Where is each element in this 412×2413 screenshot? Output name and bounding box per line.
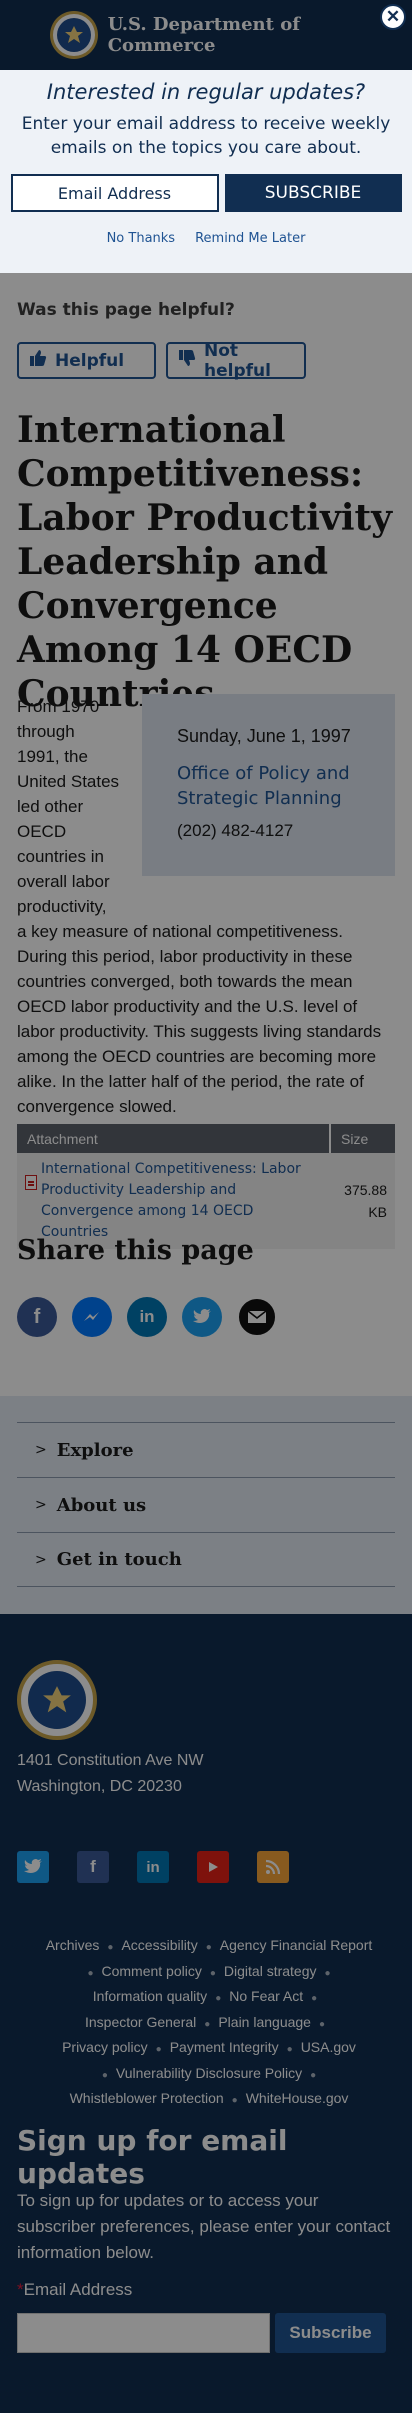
remind-later-link[interactable]: Remind Me Later [195,231,305,246]
close-icon[interactable]: ✕ [380,4,406,30]
modal-email-input[interactable] [10,174,219,212]
modal-title: Interested in regular updates? [46,80,366,104]
modal-description: Enter your email address to receive week… [21,114,391,158]
modal-form: SUBSCRIBE [0,174,412,212]
no-thanks-link[interactable]: No Thanks [107,231,176,246]
modal-dismiss-links: No Thanks Remind Me Later [0,231,412,246]
email-signup-modal: Interested in regular updates? Enter you… [0,70,412,273]
modal-subscribe-button[interactable]: SUBSCRIBE [224,174,402,212]
modal-backdrop[interactable] [0,0,412,2413]
